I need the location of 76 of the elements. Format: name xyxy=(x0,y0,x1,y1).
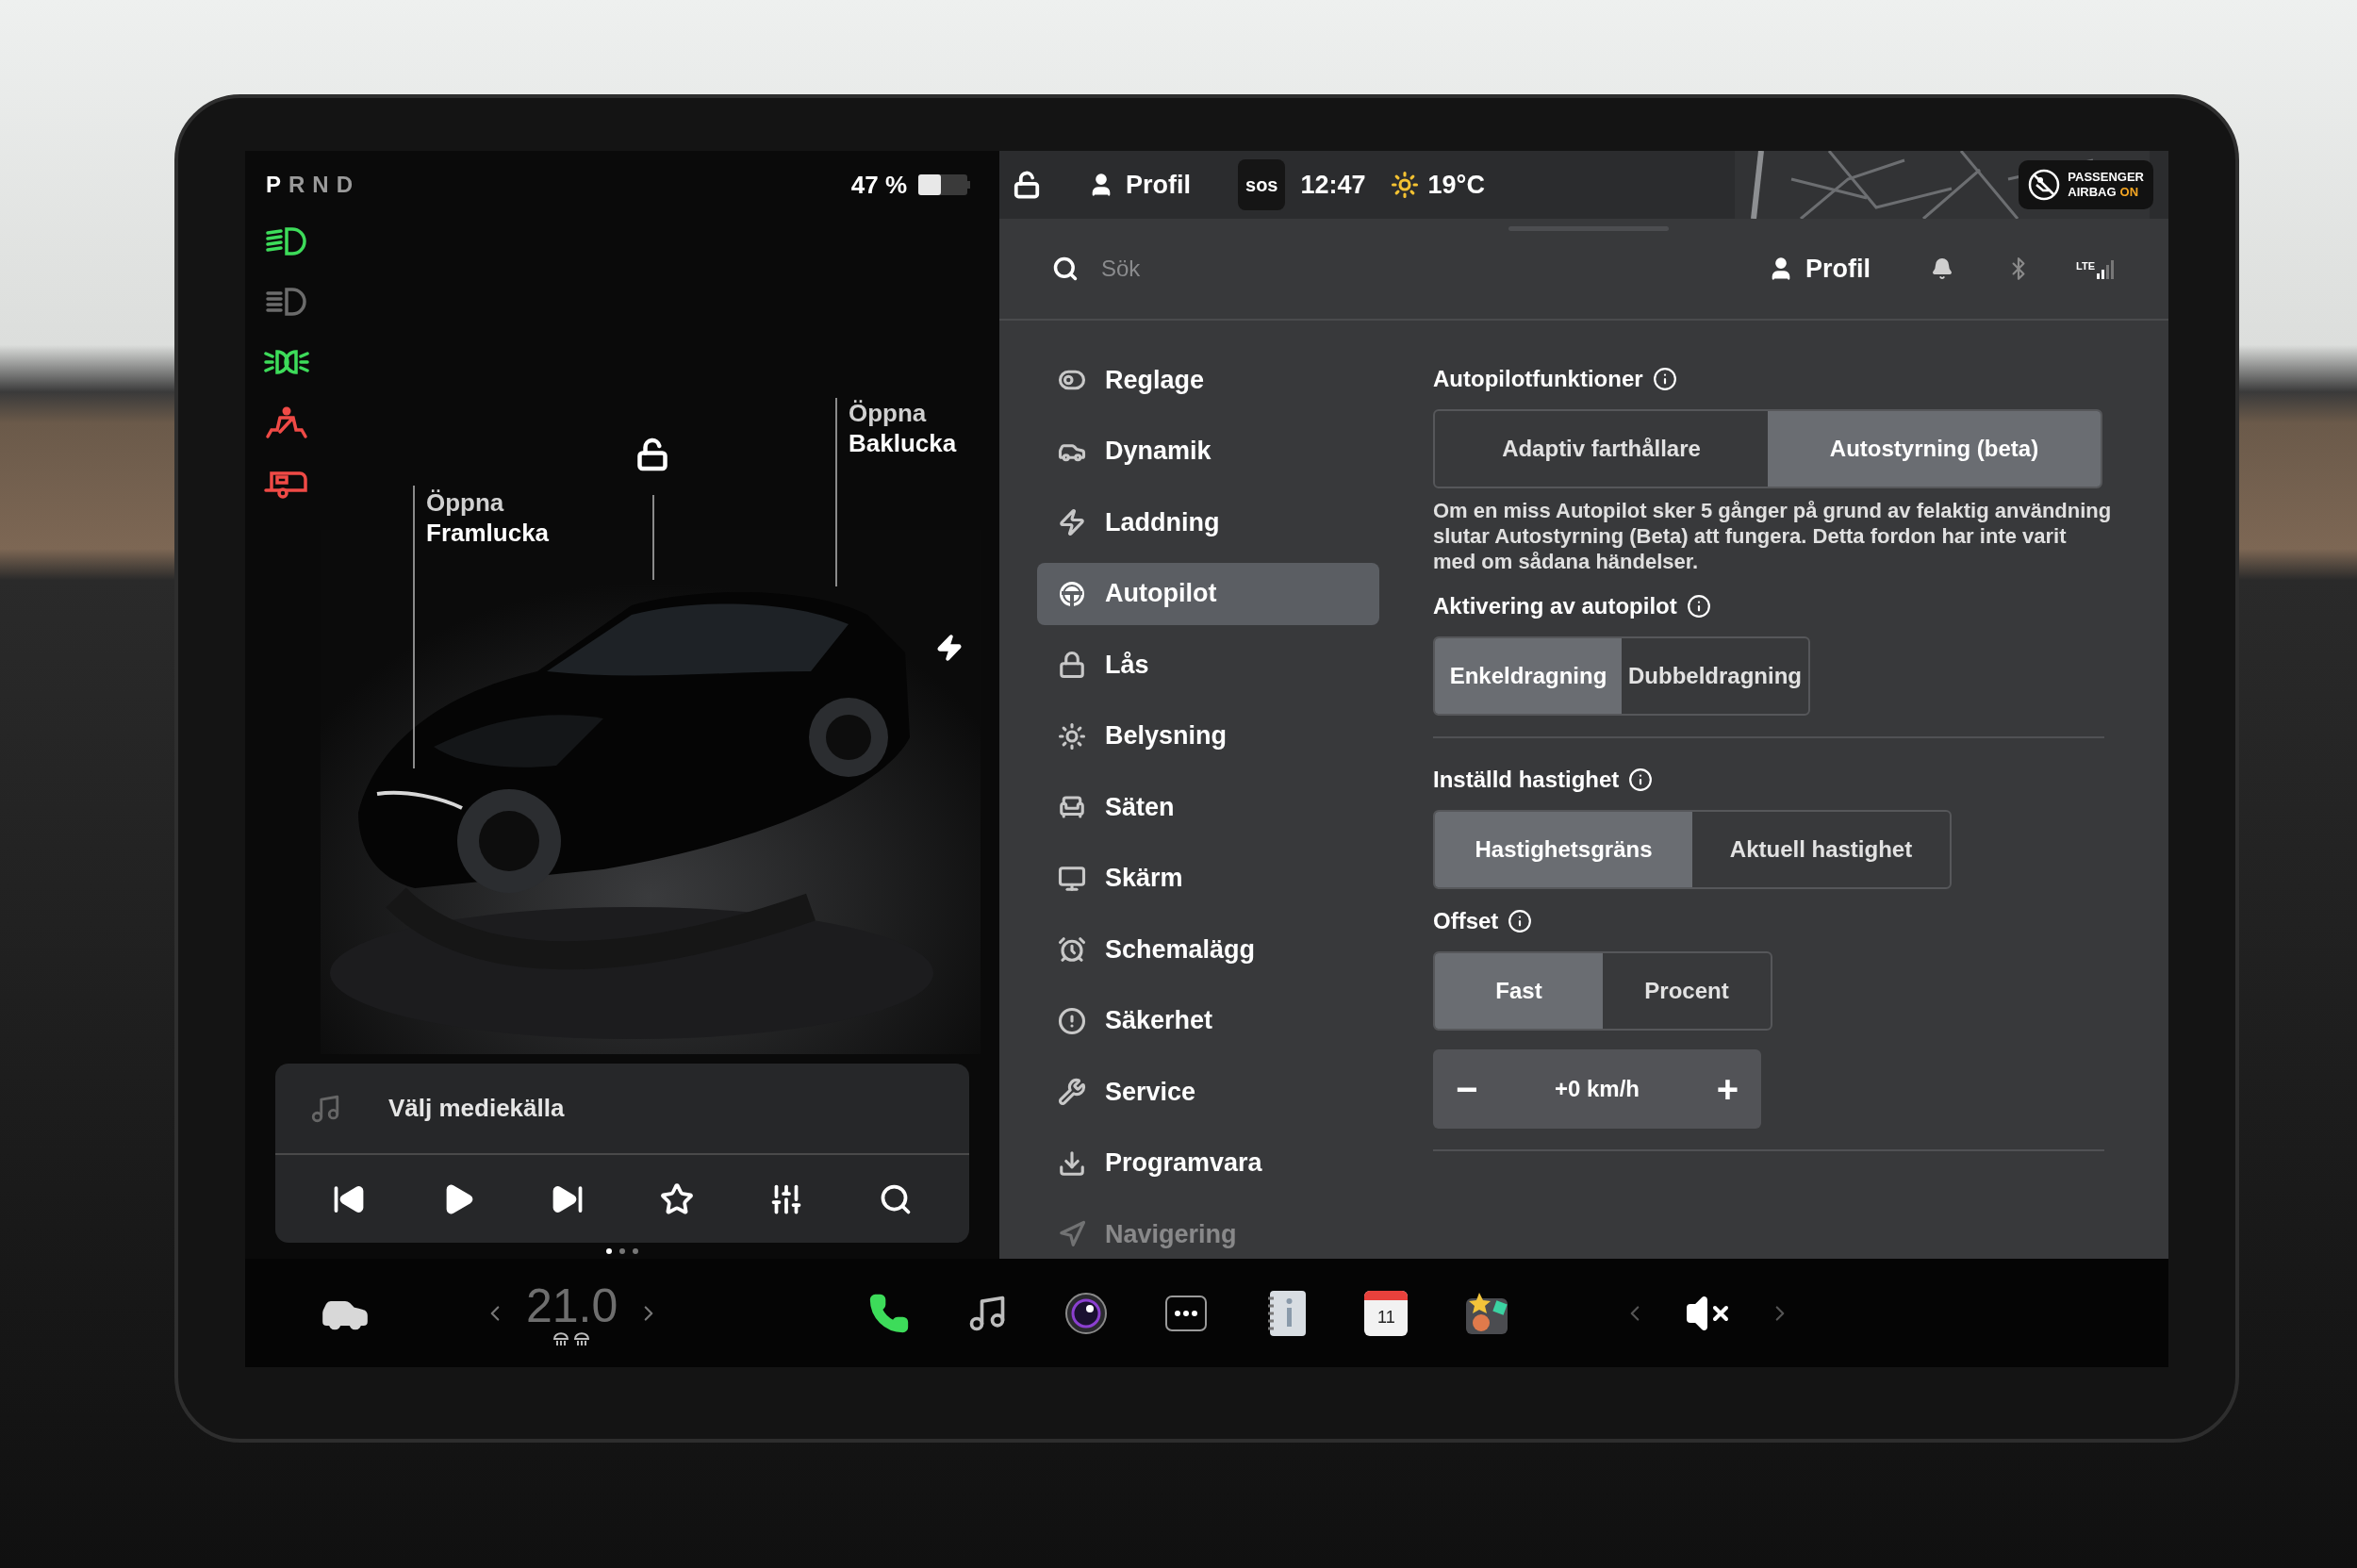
settings-menu-item[interactable]: Schemalägg xyxy=(1037,918,1379,981)
settings-menu-item[interactable]: Säkerhet xyxy=(1037,989,1379,1052)
settings-menu-item[interactable]: Belysning xyxy=(1037,704,1379,767)
outside-temperature: 19°C xyxy=(1427,169,1485,201)
settings-menu-item[interactable]: Reglage xyxy=(1037,349,1379,411)
settings-menu-item[interactable]: Lås xyxy=(1037,634,1379,696)
screen-icon xyxy=(1058,864,1086,893)
settings-menu-item[interactable]: Laddning xyxy=(1037,491,1379,553)
section-title: Offset xyxy=(1433,907,1499,935)
settings-menu-item[interactable]: Dynamik xyxy=(1037,420,1379,483)
segment-option[interactable]: Autostyrning (beta) xyxy=(1768,411,2101,487)
sun-icon xyxy=(1390,171,1419,199)
settings-menu-item[interactable]: Säten xyxy=(1037,776,1379,838)
airbag-off-icon xyxy=(2028,169,2061,201)
decrease-button[interactable]: − xyxy=(1456,1061,1478,1117)
gear-letter[interactable]: P xyxy=(266,168,283,202)
phone-icon[interactable] xyxy=(868,1292,911,1334)
unlocked-padlock-icon[interactable] xyxy=(1013,171,1041,199)
segment-option[interactable]: Procent xyxy=(1603,953,1771,1029)
unlocked-padlock-icon[interactable] xyxy=(635,437,669,471)
increase-button[interactable]: + xyxy=(1716,1061,1739,1117)
section-title: Inställd hastighet xyxy=(1433,766,1620,794)
alarm-clock-icon xyxy=(1058,935,1086,964)
cabin-temperature[interactable]: 21.0 xyxy=(526,1279,618,1331)
gear-letter[interactable]: D xyxy=(336,168,355,202)
segment-option[interactable]: Hastighetsgräns xyxy=(1435,812,1692,887)
segment-option[interactable]: Fast xyxy=(1435,953,1603,1029)
section-title: Aktivering av autopilot xyxy=(1433,592,1677,620)
segment-option[interactable]: Enkeldragning xyxy=(1435,638,1622,714)
notification-bell-icon[interactable] xyxy=(1931,257,1954,280)
sun-icon xyxy=(1058,721,1086,751)
calendar-app-icon[interactable]: 11 xyxy=(1364,1290,1409,1336)
info-icon[interactable] xyxy=(1628,767,1654,792)
download-icon xyxy=(1058,1148,1086,1178)
airbag-label: AIRBAG xyxy=(2068,185,2117,200)
airbag-state: ON xyxy=(2119,185,2139,200)
wrench-icon xyxy=(1058,1078,1086,1106)
favorite-star-icon[interactable] xyxy=(660,1181,694,1216)
search-icon xyxy=(1052,256,1079,282)
navigation-arrow-icon xyxy=(1058,1220,1086,1248)
alert-icon xyxy=(1058,1006,1086,1035)
settings-menu-item[interactable]: Service xyxy=(1037,1061,1379,1123)
action-label[interactable]: Öppna xyxy=(849,398,957,428)
battery-icon xyxy=(918,174,971,195)
info-icon[interactable] xyxy=(1652,367,1677,391)
target-label[interactable]: Framlucka xyxy=(426,518,550,548)
offset-value: +0 km/h xyxy=(1554,1075,1640,1103)
network-type: LTE xyxy=(2076,259,2095,273)
segment-option[interactable]: Dubbeldragning xyxy=(1622,638,1808,714)
section-title: Autopilotfunktioner xyxy=(1433,365,1643,393)
camera-icon[interactable] xyxy=(1064,1291,1109,1335)
search-field[interactable]: Sök xyxy=(1101,252,1384,286)
info-icon[interactable] xyxy=(1686,594,1711,619)
profile-name[interactable]: Profil xyxy=(1126,165,1191,205)
lightning-bolt-icon xyxy=(1058,508,1086,536)
sos-button[interactable]: sos xyxy=(1238,159,1286,210)
settings-menu-item[interactable]: Skärm xyxy=(1037,847,1379,910)
segment-option[interactable]: Adaptiv farthållare xyxy=(1435,411,1768,487)
autopilot-note: Om en miss Autopilot sker 5 gånger på grund av felaktig användning slutar Autostyrning (Beta) att fungera. Detta fordon har inte varit med om sådana händelser. xyxy=(1433,498,2112,574)
target-label[interactable]: Baklucka xyxy=(849,428,957,458)
gear-letter[interactable]: R xyxy=(288,168,307,202)
action-label[interactable]: Öppna xyxy=(426,487,550,518)
clock: 12:47 xyxy=(1300,169,1366,201)
media-source-label[interactable]: Välj mediekälla xyxy=(388,1090,565,1127)
settings-menu-item[interactable]: Programvara xyxy=(1037,1131,1379,1195)
info-icon[interactable] xyxy=(1508,909,1533,933)
gear-letter[interactable]: N xyxy=(312,168,331,202)
battery-percent: 47 % xyxy=(850,169,907,201)
segment-option[interactable]: Aktuell hastighet xyxy=(1692,812,1950,887)
padlock-icon xyxy=(1058,651,1086,679)
lightning-bolt-icon xyxy=(935,634,964,662)
signal-strength-icon xyxy=(2097,258,2116,279)
steering-wheel-icon xyxy=(1058,579,1086,608)
airbag-label: PASSENGER xyxy=(2068,170,2144,185)
settings-menu-item[interactable]: Autopilot xyxy=(1037,562,1379,625)
profile-name[interactable]: Profil xyxy=(1805,249,1871,289)
